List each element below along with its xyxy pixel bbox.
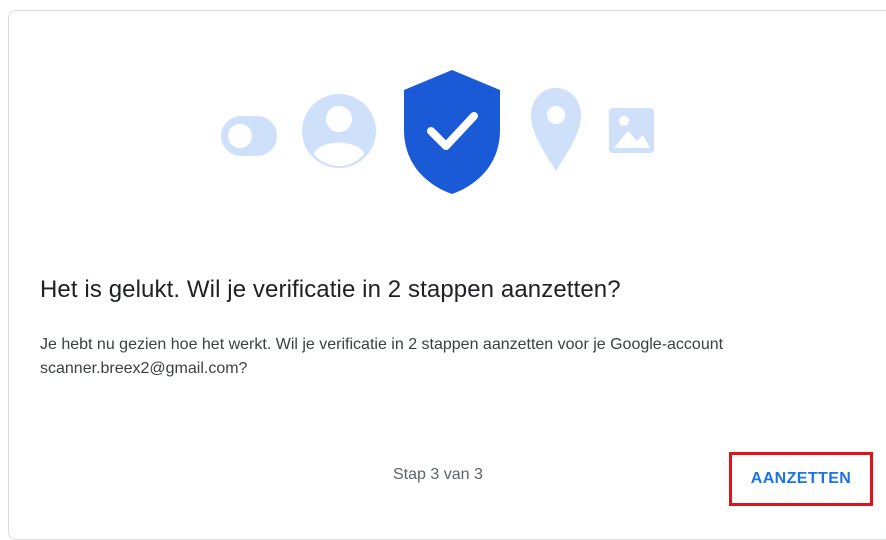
image-icon [609, 108, 654, 153]
dialog-description: Je hebt nu gezien hoe het werkt. Wil je … [40, 336, 724, 377]
dialog-title: Het is gelukt. Wil je verificatie in 2 s… [40, 276, 621, 303]
shield-check-icon [404, 70, 500, 194]
toggle-icon [221, 116, 277, 156]
account-icon [302, 94, 376, 168]
location-pin-icon [531, 88, 581, 171]
security-illustration [0, 0, 886, 230]
step-indicator: Stap 3 van 3 [393, 466, 483, 483]
turn-on-button[interactable]: AANZETTEN [733, 456, 869, 502]
